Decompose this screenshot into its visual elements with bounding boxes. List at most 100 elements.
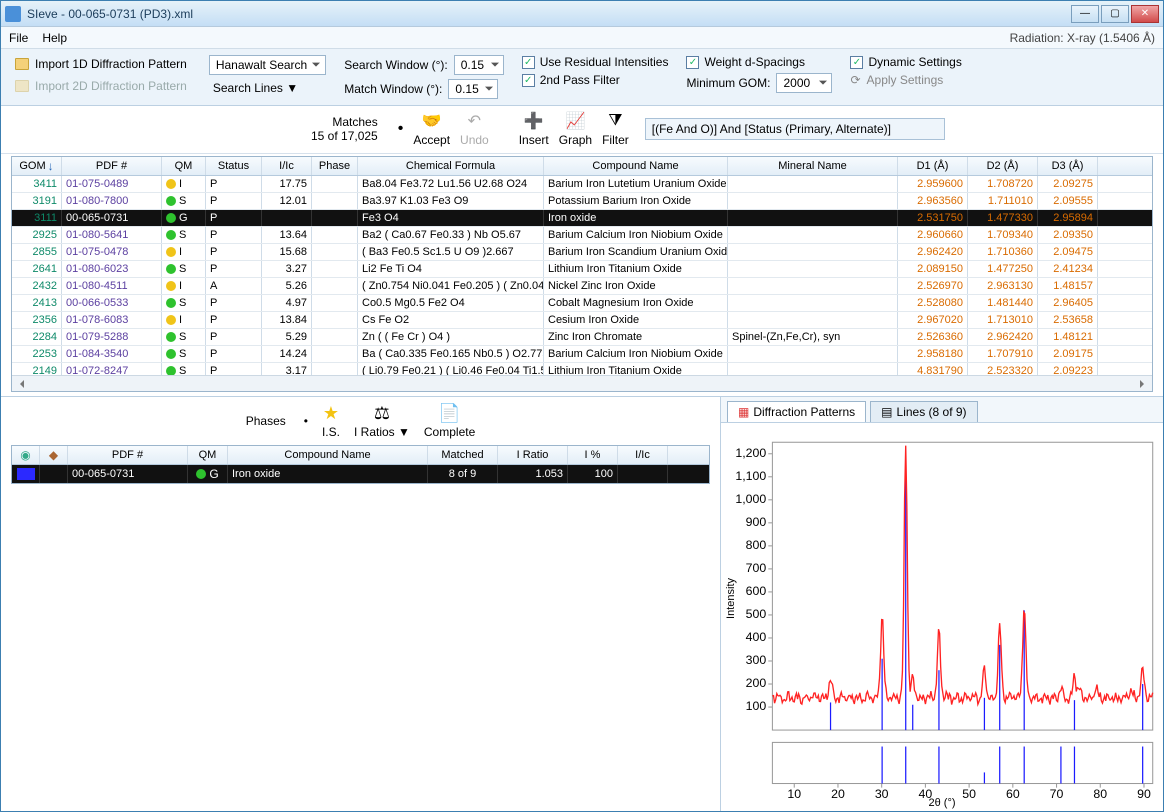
search-lines-button[interactable]: Search Lines ▼ (209, 79, 326, 97)
svg-text:1,000: 1,000 (735, 492, 766, 506)
column-header[interactable]: Mineral Name (728, 157, 898, 175)
complete-button[interactable]: 📄Complete (424, 403, 475, 439)
phases-table: ◉ ◆ PDF #QMCompound NameMatchedI RatioI %I… (11, 445, 710, 484)
insert-icon: ➕ (523, 110, 545, 132)
menu-help[interactable]: Help (42, 31, 67, 45)
menu-bar: File Help Radiation: X-ray (1.5406 Å) (1, 27, 1163, 49)
document-icon: 📄 (438, 403, 460, 424)
table-row[interactable]: 228401-079-5288SP5.29Zn ( ( Fe Cr ) O4 )… (12, 329, 1152, 346)
radiation-label: Radiation: X-ray (1.5406 Å) (1010, 31, 1155, 45)
column-header[interactable]: Compound Name (228, 446, 428, 464)
svg-text:30: 30 (875, 787, 889, 801)
graph-icon: 📈 (564, 110, 586, 132)
title-bar: SIeve - 00-065-0731 (PD3).xml — ▢ ✕ (1, 1, 1163, 27)
diamond-icon: ◆ (49, 448, 58, 462)
weight-d-checkbox[interactable]: ✓Weight d-Spacings (686, 55, 832, 69)
table-row[interactable]: 285501-075-0478IP15.68( Ba3 Fe0.5 Sc1.5 … (12, 244, 1152, 261)
graph-button[interactable]: 📈Graph (559, 110, 592, 147)
column-header[interactable]: PDF # (68, 446, 188, 464)
y-axis-label: Intensity (725, 578, 737, 619)
undo-button[interactable]: ↶Undo (460, 110, 489, 147)
column-header[interactable]: Compound Name (544, 157, 728, 175)
table-row[interactable]: 214901-072-8247SP3.17( Li0.79 Fe0.21 ) (… (12, 363, 1152, 375)
svg-text:300: 300 (746, 653, 767, 667)
svg-text:800: 800 (746, 538, 767, 552)
chart-icon: ▦ (738, 405, 749, 419)
svg-text:200: 200 (746, 676, 767, 690)
folder-icon (15, 58, 29, 70)
weight-icon: ⚖ (374, 403, 390, 424)
table-row[interactable]: 264101-080-6023SP3.27Li2 Fe Ti O4Lithium… (12, 261, 1152, 278)
diffraction-chart[interactable]: Intensity 1002003004005006007008009001,0… (721, 423, 1163, 811)
phase-row[interactable]: 00-065-0731 G Iron oxide 8 of 9 1.053 10… (12, 465, 709, 483)
column-header[interactable]: PDF # (62, 157, 162, 175)
table-row[interactable]: 292501-080-5641SP13.64Ba2 ( Ca0.67 Fe0.3… (12, 227, 1152, 244)
matches-count: Matches 15 of 17,025 (311, 115, 378, 143)
svg-text:1,100: 1,100 (735, 469, 766, 483)
column-header[interactable]: Matched (428, 446, 498, 464)
chart-pane: ▦Diffraction Patterns ▤Lines (8 of 9) In… (721, 397, 1163, 811)
import-1d-button[interactable]: Import 1D Diffraction Pattern (11, 55, 191, 73)
column-header[interactable]: I/Ic (618, 446, 668, 464)
filter-icon: ⧩ (604, 110, 626, 132)
table-row[interactable]: 243201-080-4511IA5.26( Zn0.754 Ni0.041 F… (12, 278, 1152, 295)
tab-diffraction-patterns[interactable]: ▦Diffraction Patterns (727, 401, 866, 422)
menu-file[interactable]: File (9, 31, 28, 45)
column-header[interactable]: GOM↓ (12, 157, 62, 175)
is-button[interactable]: ★I.S. (322, 403, 340, 439)
match-window-label: Match Window (°): (344, 82, 442, 96)
column-header[interactable]: D1 (Å) (898, 157, 968, 175)
tab-lines[interactable]: ▤Lines (8 of 9) (870, 401, 977, 422)
app-icon (5, 6, 21, 22)
x-axis-label: 2θ (°) (928, 797, 955, 809)
refresh-icon: ⟳ (850, 73, 860, 87)
horizontal-scrollbar[interactable] (12, 375, 1152, 391)
color-chip (17, 468, 35, 480)
filter-button[interactable]: ⧩Filter (602, 110, 629, 147)
column-header[interactable]: QM (188, 446, 228, 464)
search-method-dropdown[interactable]: Hanawalt Search (209, 55, 326, 75)
column-header[interactable]: I Ratio (498, 446, 568, 464)
matches-table: GOM↓PDF #QMStatusI/IcPhaseChemical Formu… (11, 156, 1153, 392)
min-gom-input[interactable]: 2000 (776, 73, 832, 93)
globe-icon: ◉ (20, 448, 30, 462)
table-row[interactable]: 341101-075-0489IP17.75Ba8.04 Fe3.72 Lu1.… (12, 176, 1152, 193)
import-1d-label: Import 1D Diffraction Pattern (35, 57, 187, 71)
column-header[interactable]: D3 (Å) (1038, 157, 1098, 175)
accept-button[interactable]: 🤝Accept (413, 110, 450, 147)
column-header[interactable]: Status (206, 157, 262, 175)
insert-button[interactable]: ➕Insert (519, 110, 549, 147)
table-row[interactable]: 235601-078-6083IP13.84Cs Fe O2Cesium Iro… (12, 312, 1152, 329)
column-header[interactable]: I/Ic (262, 157, 312, 175)
minimize-button[interactable]: — (1071, 5, 1099, 23)
import-2d-button[interactable]: Import 2D Diffraction Pattern (11, 77, 191, 95)
table-row[interactable]: 319101-080-7800SP12.01Ba3.97 K1.03 Fe3 O… (12, 193, 1152, 210)
column-header[interactable]: Phase (312, 157, 358, 175)
dynamic-settings-checkbox[interactable]: ✓Dynamic Settings (850, 55, 961, 69)
column-header[interactable]: D2 (Å) (968, 157, 1038, 175)
second-pass-checkbox[interactable]: ✓2nd Pass Filter (522, 73, 669, 87)
svg-text:60: 60 (1006, 787, 1020, 801)
table-row[interactable]: 311100-065-0731GPFe3 O4Iron oxide2.53175… (12, 210, 1152, 227)
phases-pane: Phases • ★I.S. ⚖I Ratios ▼ 📄Complete ◉◆P… (1, 397, 721, 811)
filter-expression[interactable]: [(Fe And O)] And [Status (Primary, Alter… (645, 118, 945, 140)
svg-text:900: 900 (746, 515, 767, 529)
column-header[interactable]: ◉ (12, 446, 40, 464)
iratios-button[interactable]: ⚖I Ratios ▼ (354, 403, 410, 439)
maximize-button[interactable]: ▢ (1101, 5, 1129, 23)
svg-text:700: 700 (746, 561, 767, 575)
table-row[interactable]: 225301-084-3540SP14.24Ba ( Ca0.335 Fe0.1… (12, 346, 1152, 363)
svg-text:80: 80 (1093, 787, 1107, 801)
column-header[interactable]: ◆ (40, 446, 68, 464)
column-header[interactable]: I % (568, 446, 618, 464)
use-residual-checkbox[interactable]: ✓Use Residual Intensities (522, 55, 669, 69)
table-row[interactable]: 241300-066-0533SP4.97Co0.5 Mg0.5 Fe2 O4C… (12, 295, 1152, 312)
search-window-input[interactable]: 0.15 (454, 55, 504, 75)
apply-settings-button[interactable]: ⟳ Apply Settings (850, 73, 961, 87)
column-header[interactable]: QM (162, 157, 206, 175)
close-button[interactable]: ✕ (1131, 5, 1159, 23)
match-window-input[interactable]: 0.15 (448, 79, 498, 99)
handshake-icon: 🤝 (421, 110, 443, 132)
svg-text:1,200: 1,200 (735, 446, 766, 460)
column-header[interactable]: Chemical Formula (358, 157, 544, 175)
